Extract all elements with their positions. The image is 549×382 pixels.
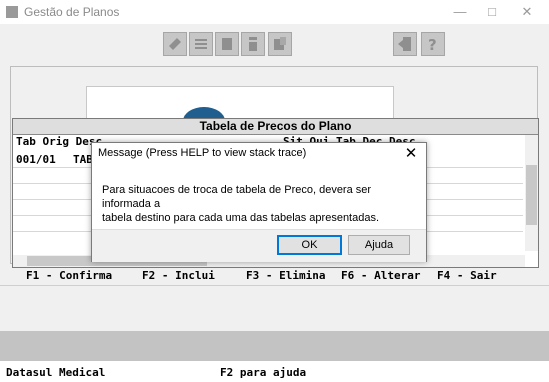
svg-text:?: ? [428, 36, 437, 52]
exit-icon[interactable] [393, 32, 417, 56]
help-button[interactable]: Ajuda [348, 235, 410, 255]
maximize-button[interactable]: □ [480, 2, 504, 22]
empty-area [0, 285, 549, 332]
function-key-bar: F1 - Confirma F2 - Inclui F3 - Elimina F… [0, 268, 549, 284]
dialog-message: Para situacoes de troca de tabela de Pre… [102, 184, 380, 224]
toolbar-icon-5[interactable] [268, 32, 292, 56]
help-icon[interactable]: ? [421, 32, 445, 56]
dialog-title-bar: Message (Press HELP to view stack trace)… [92, 143, 426, 165]
status-bar: Datasul Medical F2 para ajuda [0, 361, 549, 382]
f6-edit[interactable]: F6 - Alterar [341, 269, 420, 282]
table-title: Tabela de Precos do Plano [13, 119, 538, 135]
message-area [0, 331, 549, 361]
close-window-button[interactable]: ✕ [515, 2, 539, 22]
minimize-button[interactable]: — [448, 2, 472, 22]
app-icon [6, 6, 18, 18]
f3-delete[interactable]: F3 - Elimina [246, 269, 325, 282]
vertical-scrollbar[interactable] [525, 135, 538, 251]
window-title: Gestão de Planos [24, 5, 120, 19]
title-bar: Gestão de Planos — □ ✕ [0, 0, 549, 24]
message-dialog: Message (Press HELP to view stack trace)… [91, 142, 427, 262]
close-icon[interactable]: ✕ [402, 145, 420, 163]
f4-exit[interactable]: F4 - Sair [437, 269, 497, 282]
toolbar: ? [0, 24, 549, 64]
vertical-scroll-thumb[interactable] [526, 165, 537, 225]
f2-include[interactable]: F2 - Inclui [142, 269, 215, 282]
table-header-left: Tab Orig Desc [16, 135, 103, 148]
dialog-footer: OK Ajuda [92, 229, 426, 262]
toolbar-icon-4[interactable] [241, 32, 265, 56]
f1-confirm[interactable]: F1 - Confirma [26, 269, 112, 282]
dialog-title: Message (Press HELP to view stack trace) [98, 147, 307, 159]
status-app-name: Datasul Medical [6, 366, 106, 379]
toolbar-icon-2[interactable] [189, 32, 213, 56]
table-row-desc[interactable]: TAB [73, 153, 93, 166]
table-row-code[interactable]: 001/01 [16, 153, 56, 166]
toolbar-icon-1[interactable] [163, 32, 187, 56]
status-help-hint: F2 para ajuda [220, 366, 307, 379]
ok-button[interactable]: OK [277, 235, 342, 255]
toolbar-icon-3[interactable] [215, 32, 239, 56]
